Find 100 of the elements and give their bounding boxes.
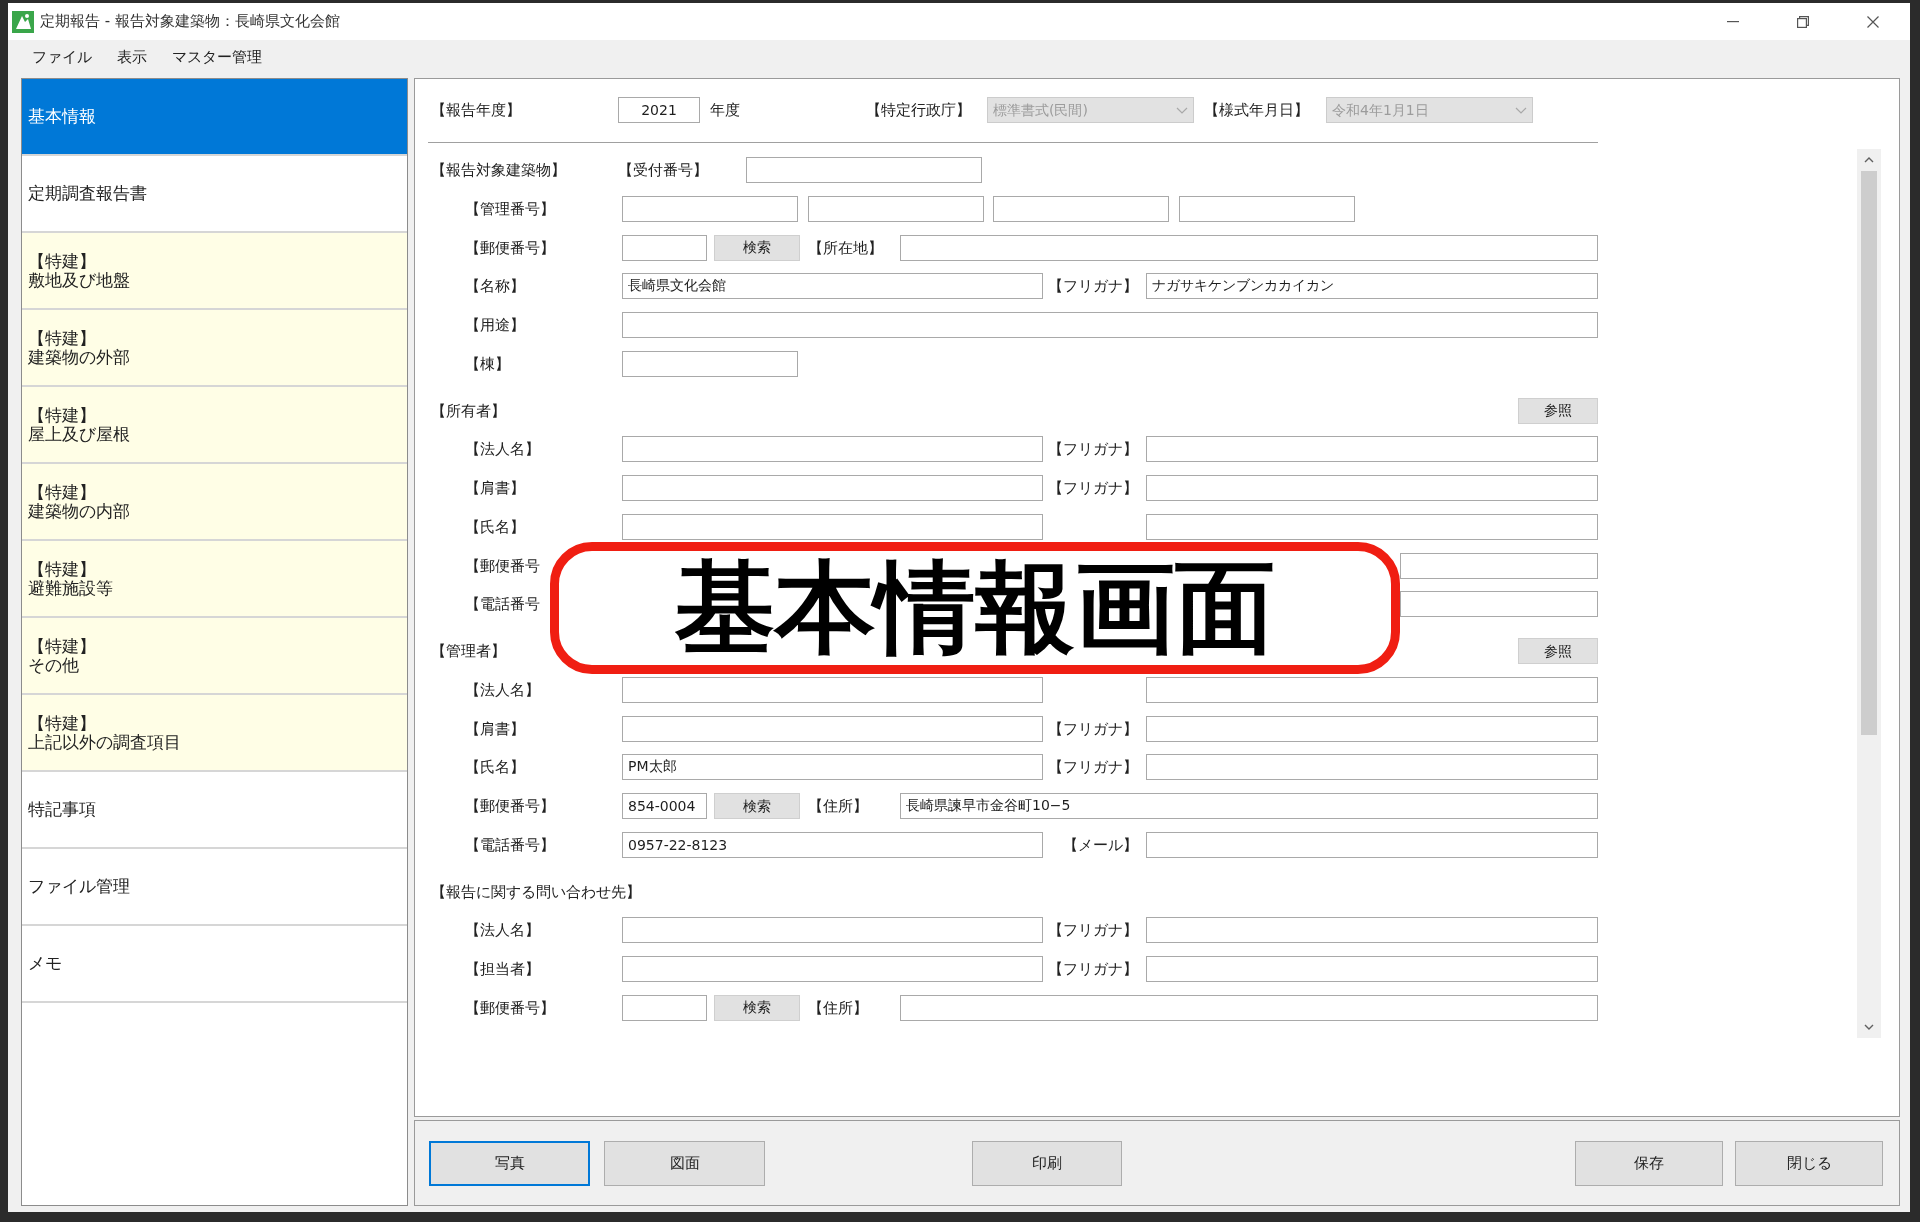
- window-title: 定期報告 - 報告対象建築物：長崎県文化会館: [40, 11, 340, 33]
- input-field[interactable]: [622, 715, 1043, 742]
- close-icon: [1867, 15, 1879, 28]
- sidebar-item[interactable]: 【特建】 建築物の外部: [22, 310, 407, 387]
- input-field[interactable]: [1146, 917, 1598, 944]
- input-field[interactable]: [622, 312, 1598, 339]
- action-button[interactable]: 閉じる: [1735, 1140, 1883, 1186]
- sidebar-item[interactable]: 【特建】 屋上及び屋根: [22, 387, 407, 464]
- field-label: 【電話番号】: [465, 835, 555, 854]
- field-label: 【郵便番号: [465, 556, 540, 575]
- browse-button[interactable]: 参照: [1518, 638, 1598, 665]
- input-field[interactable]: [1146, 436, 1598, 463]
- field-label: 【所在地】: [808, 238, 883, 257]
- field-label: 【名称】: [465, 277, 525, 296]
- input-field[interactable]: [1146, 754, 1598, 781]
- input-field[interactable]: [622, 513, 1043, 540]
- input-field[interactable]: [622, 350, 798, 377]
- search-button[interactable]: 検索: [714, 234, 800, 261]
- input-field[interactable]: [622, 956, 1043, 983]
- search-button[interactable]: 検索: [714, 994, 800, 1021]
- menu-item[interactable]: ファイル: [24, 46, 100, 69]
- action-button[interactable]: 保存: [1575, 1140, 1723, 1186]
- unit-label: 年度: [710, 101, 740, 120]
- sidebar-item[interactable]: 【特建】 上記以外の調査項目: [22, 695, 407, 772]
- input-field[interactable]: [1146, 956, 1598, 983]
- input-field[interactable]: [900, 994, 1598, 1021]
- action-button[interactable]: 写真: [429, 1140, 590, 1186]
- field-label: 【様式年月日】: [1204, 101, 1309, 120]
- section-title: 【管理者】: [431, 642, 506, 661]
- field-label: 【フリガナ】: [1048, 921, 1138, 940]
- field-label: 【フリガナ】: [1048, 479, 1138, 498]
- field-label: 【受付番号】: [618, 161, 708, 180]
- input-field[interactable]: [1178, 195, 1355, 222]
- field-label: 【氏名】: [465, 517, 525, 536]
- input-field[interactable]: [1400, 552, 1598, 579]
- input-field[interactable]: [622, 195, 798, 222]
- field-label: 【フリガナ】: [1048, 440, 1138, 459]
- input-field[interactable]: [746, 157, 982, 184]
- minimize-icon: [1727, 20, 1739, 23]
- input-field[interactable]: [993, 195, 1169, 222]
- scrollbar[interactable]: [1857, 149, 1881, 1038]
- input-field[interactable]: PM太郎: [622, 754, 1043, 781]
- field-label: 【肩書】: [465, 479, 525, 498]
- input-field[interactable]: [1146, 715, 1598, 742]
- search-button[interactable]: 検索: [714, 793, 800, 820]
- field-label: 【特定行政庁】: [866, 101, 971, 120]
- browse-button[interactable]: 参照: [1518, 397, 1598, 424]
- app-icon: [12, 10, 34, 33]
- action-button[interactable]: 図面: [604, 1140, 765, 1186]
- input-field[interactable]: [622, 676, 1043, 703]
- field-label: 【電話番号: [465, 595, 540, 614]
- input-field[interactable]: [622, 436, 1043, 463]
- input-field[interactable]: 2021: [618, 97, 700, 124]
- field-label: 【肩書】: [465, 719, 525, 738]
- field-label: 【住所】: [808, 998, 868, 1017]
- input-field[interactable]: [622, 994, 707, 1021]
- menu-item[interactable]: 表示: [109, 46, 155, 69]
- field-label: 【棟】: [465, 354, 510, 373]
- sidebar-item[interactable]: 【特建】 建築物の内部: [22, 464, 407, 541]
- input-field[interactable]: [900, 234, 1598, 261]
- section-title: 【報告に関する問い合わせ先】: [431, 882, 641, 901]
- field-label: 【メール】: [1063, 835, 1138, 854]
- sidebar-item[interactable]: 【特建】 敷地及び地盤: [22, 233, 407, 310]
- input-field[interactable]: [807, 195, 984, 222]
- field-label: 【フリガナ】: [1048, 719, 1138, 738]
- input-field[interactable]: [622, 917, 1043, 944]
- input-field[interactable]: [1146, 475, 1598, 502]
- section-title: 【報告対象建築物】: [431, 161, 566, 180]
- field-label: 【フリガナ】: [1048, 758, 1138, 777]
- sidebar-item[interactable]: 【特建】 避難施設等: [22, 541, 407, 618]
- input-field[interactable]: ナガサキケンブンカカイカン: [1146, 273, 1598, 300]
- chevron-up-icon[interactable]: [1864, 157, 1874, 163]
- input-field[interactable]: [1146, 676, 1598, 703]
- input-field[interactable]: [622, 234, 707, 261]
- input-field[interactable]: 長崎県文化会館: [622, 273, 1043, 300]
- input-field[interactable]: [1400, 591, 1598, 618]
- input-field[interactable]: 長崎県諫早市金谷町10−5: [900, 793, 1598, 820]
- action-button[interactable]: 印刷: [972, 1140, 1122, 1186]
- menu-item[interactable]: マスター管理: [164, 46, 270, 69]
- field-label: 【住所】: [808, 797, 868, 816]
- sidebar-item[interactable]: 基本情報: [22, 79, 407, 156]
- chevron-down-icon: [1515, 106, 1527, 114]
- field-label: 【管理番号】: [465, 199, 555, 218]
- field-label: 【氏名】: [465, 758, 525, 777]
- input-field[interactable]: [1146, 513, 1598, 540]
- field-label: 【郵便番号】: [465, 238, 555, 257]
- callout-text: 基本情報画面: [675, 558, 1275, 658]
- sidebar-item[interactable]: 【特建】 その他: [22, 618, 407, 695]
- field-label: 【報告年度】: [431, 101, 521, 120]
- field-label: 【フリガナ】: [1048, 277, 1138, 296]
- field-label: 【法人名】: [465, 680, 540, 699]
- scroll-thumb[interactable]: [1861, 171, 1877, 735]
- input-field[interactable]: 854-0004: [622, 793, 707, 820]
- field-label: 【郵便番号】: [465, 998, 555, 1017]
- input-field[interactable]: [622, 475, 1043, 502]
- input-field[interactable]: 0957-22-8123: [622, 831, 1043, 858]
- input-field[interactable]: [1146, 831, 1598, 858]
- chevron-down-icon[interactable]: [1864, 1024, 1874, 1030]
- section-title: 【所有者】: [431, 401, 506, 420]
- field-label: 【担当者】: [465, 960, 540, 979]
